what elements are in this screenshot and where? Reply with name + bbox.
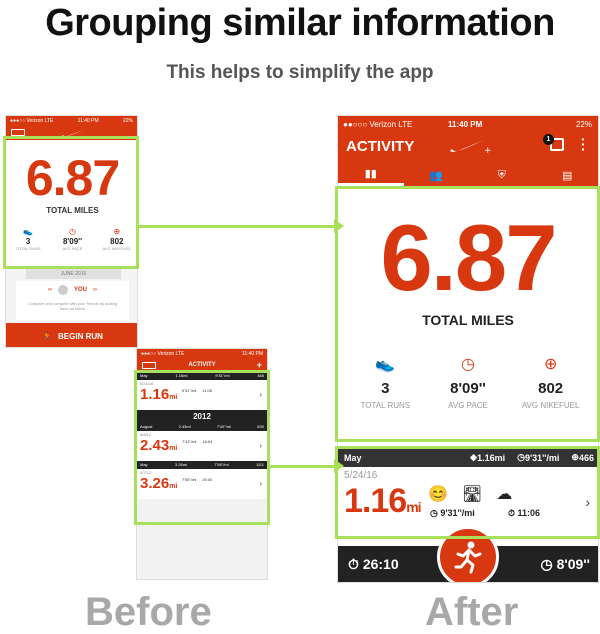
runner-icon [454, 541, 482, 574]
status-battery: 22% [122, 118, 133, 124]
status-battery: 22% [575, 119, 592, 129]
compare-text: Compare and compete with your friends by… [27, 301, 118, 311]
screen-title: ACTIVITY [188, 362, 216, 368]
status-carrier: ●●○○○ Verizon LTE [343, 119, 413, 129]
status-time: 11:40 PM [448, 119, 483, 129]
runner-icon: 🏃 [42, 331, 53, 341]
friends-compare-card[interactable]: ‹‹ YOU ›› Compare and compete with your … [16, 281, 129, 321]
status-carrier: ●●●○○ Verizon LTE [10, 118, 54, 124]
status-bar: ●●○○○ Verizon LTE 11:40 PM 22% [338, 116, 598, 132]
tab-bar: ▮▮ 👥 ⛨ ▤ [338, 164, 599, 186]
highlight-activity-before [134, 370, 270, 525]
arrow-line-summary [139, 225, 336, 228]
footer-timer: ⏱ 26:10 [348, 556, 399, 572]
more-icon[interactable]: · · · [581, 132, 586, 156]
nike-plus-logo-icon: + [450, 140, 492, 154]
highlight-summary-before [3, 136, 139, 269]
status-carrier: ●●●○○ Verizon LTE [141, 351, 185, 357]
begin-run-button[interactable]: 🏃 BEGIN RUN [6, 323, 137, 347]
you-label: YOU [73, 287, 87, 293]
status-bar: ●●●○○ Verizon LTE 11:40 PM 22% [6, 116, 137, 126]
highlight-summary-after [335, 186, 600, 442]
caption-after: After [425, 590, 519, 634]
page-title: Grouping similar information [45, 2, 555, 44]
arrow-head-summary [334, 219, 344, 233]
shield-icon: ⛨ [497, 168, 506, 181]
tab-achievements[interactable]: ⛨ [469, 164, 535, 186]
caption-before: Before [85, 590, 212, 634]
chevron-right-icon[interactable]: ›› [93, 287, 97, 293]
month-divider: JUNE 2016 [26, 269, 121, 279]
screen-title: ACTIVITY [346, 138, 415, 155]
clipboard-icon: ▤ [562, 169, 573, 182]
tab-plans[interactable]: ▤ [535, 164, 599, 186]
status-time: 11:40 PM [241, 351, 263, 357]
status-bar: ●●●○○ Verizon LTE 11:40 PM [137, 349, 267, 359]
footer-pace: ◷ 8'09'' [540, 556, 590, 572]
chevron-left-icon[interactable]: ‹‹ [48, 287, 52, 293]
arrow-head-activity [334, 459, 344, 473]
footer-pace-value: 8'09'' [556, 556, 590, 572]
svg-text:+: + [484, 146, 492, 154]
status-time: 11:40 PM [77, 118, 99, 124]
bar-chart-icon: ▮▮ [364, 168, 377, 180]
menu-icon[interactable] [11, 129, 25, 136]
friends-icon: 👥 [429, 169, 444, 182]
menu-icon[interactable] [142, 362, 156, 369]
avatar [57, 285, 68, 295]
tab-friends[interactable]: 👥 [404, 164, 470, 186]
page-subtitle: This helps to simplify the app [166, 62, 434, 83]
footer-timer-value: 26:10 [362, 556, 399, 572]
tab-activity[interactable]: ▮▮ [338, 164, 404, 186]
notification-badge: 1 [543, 134, 554, 145]
begin-run-label: BEGIN RUN [58, 331, 103, 341]
arrow-line-activity [270, 465, 336, 468]
app-header: ACTIVITY + 1 · · · ▮▮ 👥 ⛨ ▤ [338, 132, 598, 186]
highlight-activity-after [335, 446, 600, 539]
